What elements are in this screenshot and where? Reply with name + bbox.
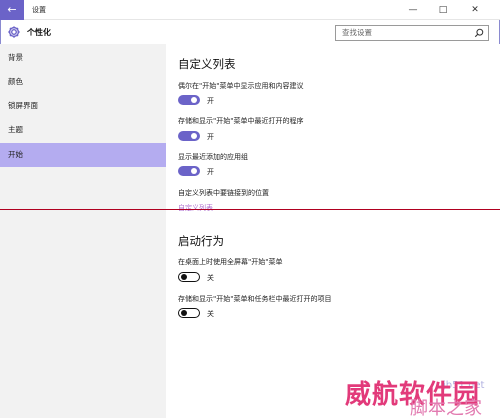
window-title: 设置 xyxy=(32,6,46,14)
toggle-state-recent-programs: 开 xyxy=(207,133,214,141)
setting-label-recent-apps: 显示最近添加的应用组 xyxy=(178,153,248,161)
toggle-knob xyxy=(191,97,197,103)
toggle-recent-items[interactable] xyxy=(178,308,200,318)
close-button[interactable]: ✕ xyxy=(460,3,490,17)
setting-label-fullscreen-start: 在桌面上时使用全屏幕"开始"菜单 xyxy=(178,258,283,266)
toggle-state-recent-apps: 开 xyxy=(207,168,214,176)
back-arrow-icon: ← xyxy=(7,3,17,16)
toggle-knob xyxy=(181,310,187,316)
search-input[interactable]: 查找设置 xyxy=(335,25,489,41)
red-divider-line xyxy=(0,209,500,210)
toggle-recent-programs[interactable] xyxy=(178,131,200,141)
link-caption: 自定义列表中要链接到的位置 xyxy=(178,189,269,197)
toggle-fullscreen-start[interactable] xyxy=(178,272,200,282)
watermark-subtitle: 脚本之家 xyxy=(410,398,482,418)
title-bar: ← 设置 — □ ✕ xyxy=(0,0,500,20)
section-title-custom-list: 自定义列表 xyxy=(178,57,236,71)
toggle-state-recent-items: 关 xyxy=(207,310,214,318)
gear-icon xyxy=(8,26,20,38)
back-button[interactable]: ← xyxy=(0,0,24,20)
sidebar-item-background[interactable]: 背景 xyxy=(0,46,166,70)
toggle-knob xyxy=(181,274,187,280)
toggle-knob xyxy=(191,168,197,174)
toggle-knob xyxy=(191,133,197,139)
toggle-state-suggestions: 开 xyxy=(207,97,214,105)
setting-label-recent-items: 存储和显示"开始"菜单和任务栏中最近打开的项目 xyxy=(178,295,332,303)
toggle-state-fullscreen-start: 关 xyxy=(207,274,214,282)
setting-label-suggestions: 偶尔在"开始"菜单中显示应用和内容建议 xyxy=(178,82,304,90)
maximize-button[interactable]: □ xyxy=(428,3,458,17)
custom-list-link[interactable]: 自定义列表 xyxy=(178,203,213,213)
sidebar-item-themes[interactable]: 主题 xyxy=(0,118,166,142)
setting-label-recent-programs: 存储和显示"开始"菜单中最近打开的程序 xyxy=(178,117,304,125)
search-icon[interactable] xyxy=(474,28,484,38)
main-panel: 自定义列表 偶尔在"开始"菜单中显示应用和内容建议 开 存储和显示"开始"菜单中… xyxy=(166,44,500,418)
search-placeholder: 查找设置 xyxy=(342,28,372,37)
sidebar: 背景 颜色 锁屏界面 主题 开始 xyxy=(0,44,166,418)
sidebar-item-start[interactable]: 开始 xyxy=(0,143,166,167)
toggle-suggestions[interactable] xyxy=(178,95,200,105)
toggle-recent-apps[interactable] xyxy=(178,166,200,176)
sidebar-item-colors[interactable]: 颜色 xyxy=(0,70,166,94)
minimize-button[interactable]: — xyxy=(398,3,428,17)
sidebar-item-lock-screen[interactable]: 锁屏界面 xyxy=(0,94,166,118)
section-title-startup: 启动行为 xyxy=(178,234,224,248)
page-title: 个性化 xyxy=(27,28,51,37)
